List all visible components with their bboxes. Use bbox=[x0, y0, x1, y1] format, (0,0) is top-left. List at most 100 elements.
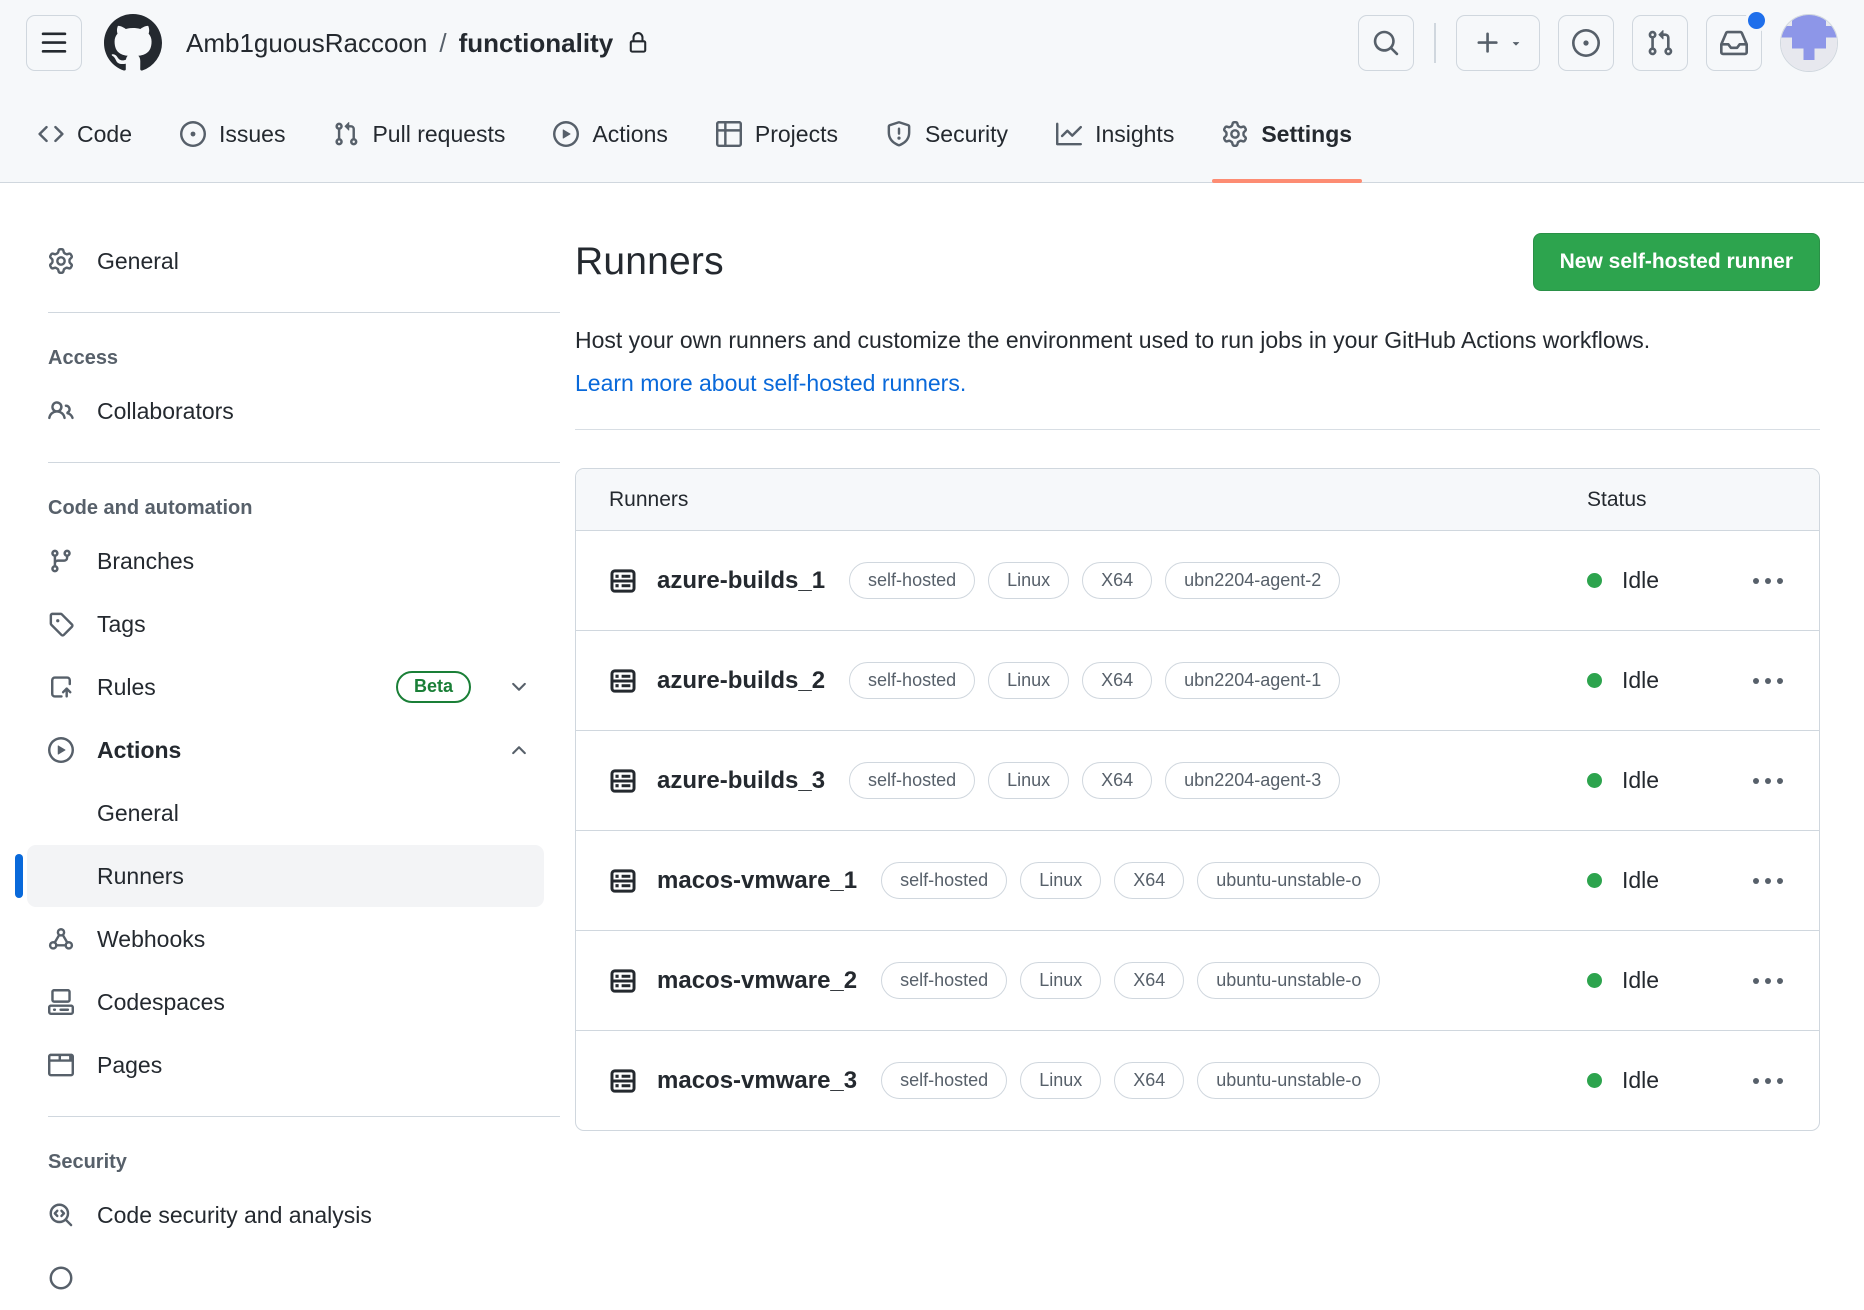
runner-label: ubn2204-agent-1 bbox=[1165, 662, 1340, 699]
new-self-hosted-runner-button[interactable]: New self-hosted runner bbox=[1533, 233, 1820, 291]
sidebar-item-label: Runners bbox=[97, 863, 184, 890]
status-dot bbox=[1587, 773, 1602, 788]
issue-opened-icon bbox=[1572, 29, 1600, 57]
sidebar-item-label: General bbox=[97, 248, 179, 275]
status-dot bbox=[1587, 573, 1602, 588]
repo-tab-nav: Code Issues Pull requests Actions Projec… bbox=[0, 86, 1864, 183]
status-label: Idle bbox=[1622, 867, 1659, 894]
sidebar-item-actions-runners[interactable]: Runners bbox=[27, 845, 544, 907]
github-logo-icon[interactable] bbox=[104, 14, 162, 72]
row-menu-button[interactable] bbox=[1745, 1070, 1791, 1092]
runner-name: azure-builds_3 bbox=[657, 767, 825, 795]
breadcrumb-separator: / bbox=[439, 28, 446, 59]
learn-more-link[interactable]: Learn more about self-hosted runners. bbox=[575, 370, 966, 396]
runner-labels: self-hosted Linux X64 ubn2204-agent-3 bbox=[849, 762, 1340, 799]
sidebar-divider bbox=[48, 312, 560, 313]
row-menu-button[interactable] bbox=[1745, 870, 1791, 892]
runner-icon bbox=[609, 767, 637, 795]
beta-badge: Beta bbox=[396, 671, 471, 702]
sidebar-item-collaborators[interactable]: Collaborators bbox=[27, 380, 544, 442]
row-menu-button[interactable] bbox=[1745, 970, 1791, 992]
runner-status-cell: Idle bbox=[1587, 567, 1819, 594]
sidebar-item-codespaces[interactable]: Codespaces bbox=[27, 971, 544, 1033]
runner-label: Linux bbox=[1020, 962, 1101, 999]
play-circle-icon bbox=[553, 121, 579, 147]
row-menu-button[interactable] bbox=[1745, 570, 1791, 592]
runner-label: self-hosted bbox=[849, 762, 975, 799]
runner-name: azure-builds_2 bbox=[657, 667, 825, 695]
tab-actions[interactable]: Actions bbox=[531, 86, 689, 182]
status-label: Idle bbox=[1622, 1067, 1659, 1094]
circle-icon bbox=[48, 1265, 74, 1291]
search-icon bbox=[1372, 29, 1400, 57]
browser-icon bbox=[48, 1052, 74, 1078]
breadcrumb-repo[interactable]: functionality bbox=[459, 28, 614, 59]
table-row: azure-builds_1 self-hosted Linux X64 ubn… bbox=[576, 531, 1819, 631]
runner-name: azure-builds_1 bbox=[657, 567, 825, 595]
inbox-icon bbox=[1720, 29, 1748, 57]
runner-label: self-hosted bbox=[849, 662, 975, 699]
sidebar-item-partial[interactable] bbox=[27, 1247, 544, 1309]
tag-icon bbox=[48, 611, 74, 637]
sidebar-section-access: Access bbox=[0, 347, 560, 370]
row-menu-button[interactable] bbox=[1745, 670, 1791, 692]
people-icon bbox=[48, 398, 74, 424]
search-button[interactable] bbox=[1358, 15, 1414, 71]
sidebar-item-label: Code security and analysis bbox=[97, 1202, 372, 1229]
breadcrumb-owner[interactable]: Amb1guousRaccoon bbox=[186, 28, 427, 59]
settings-sidebar: General Access Collaborators Code and au… bbox=[0, 183, 560, 1310]
table-row: macos-vmware_3 self-hosted Linux X64 ubu… bbox=[576, 1031, 1819, 1130]
global-header: Amb1guousRaccoon / functionality bbox=[0, 0, 1864, 86]
tab-issues[interactable]: Issues bbox=[158, 86, 307, 182]
hamburger-menu-button[interactable] bbox=[26, 15, 82, 71]
tab-label: Insights bbox=[1095, 121, 1174, 148]
gear-icon bbox=[48, 248, 74, 274]
tab-code[interactable]: Code bbox=[16, 86, 154, 182]
page-header: Runners New self-hosted runner bbox=[575, 233, 1820, 291]
graph-icon bbox=[1056, 121, 1082, 147]
runner-label: Linux bbox=[1020, 1062, 1101, 1099]
runner-label: ubn2204-agent-2 bbox=[1165, 562, 1340, 599]
sidebar-section-code-automation: Code and automation bbox=[0, 497, 560, 520]
sidebar-item-tags[interactable]: Tags bbox=[27, 593, 544, 655]
runner-name: macos-vmware_2 bbox=[657, 967, 857, 995]
sidebar-item-code-security[interactable]: Code security and analysis bbox=[27, 1184, 544, 1246]
issues-dashboard-button[interactable] bbox=[1558, 15, 1614, 71]
runner-status-cell: Idle bbox=[1587, 867, 1819, 894]
row-menu-button[interactable] bbox=[1745, 770, 1791, 792]
runner-status-cell: Idle bbox=[1587, 1067, 1819, 1094]
runner-label: X64 bbox=[1082, 662, 1152, 699]
table-row: macos-vmware_2 self-hosted Linux X64 ubu… bbox=[576, 931, 1819, 1031]
runners-description: Host your own runners and customize the … bbox=[575, 319, 1675, 405]
sidebar-item-actions[interactable]: Actions bbox=[27, 719, 544, 781]
runner-labels: self-hosted Linux X64 ubuntu-unstable-o bbox=[881, 1062, 1380, 1099]
create-new-button[interactable] bbox=[1456, 15, 1540, 71]
sidebar-item-pages[interactable]: Pages bbox=[27, 1034, 544, 1096]
status-label: Idle bbox=[1622, 767, 1659, 794]
pull-requests-dashboard-button[interactable] bbox=[1632, 15, 1688, 71]
tab-projects[interactable]: Projects bbox=[694, 86, 860, 182]
tab-settings[interactable]: Settings bbox=[1200, 86, 1374, 182]
tab-label: Pull requests bbox=[372, 121, 505, 148]
play-circle-icon bbox=[48, 737, 74, 763]
shield-icon bbox=[886, 121, 912, 147]
sidebar-item-label: General bbox=[97, 800, 179, 827]
sidebar-item-actions-general[interactable]: General bbox=[27, 782, 544, 844]
tab-pull-requests[interactable]: Pull requests bbox=[311, 86, 527, 182]
sidebar-item-branches[interactable]: Branches bbox=[27, 530, 544, 592]
tab-label: Code bbox=[77, 121, 132, 148]
status-label: Idle bbox=[1622, 567, 1659, 594]
sidebar-item-webhooks[interactable]: Webhooks bbox=[27, 908, 544, 970]
runner-label: self-hosted bbox=[881, 862, 1007, 899]
avatar[interactable] bbox=[1780, 14, 1838, 72]
notification-dot bbox=[1745, 9, 1768, 32]
sidebar-item-general[interactable]: General bbox=[27, 230, 544, 292]
avatar-identicon bbox=[1781, 15, 1837, 71]
sidebar-item-rules[interactable]: Rules Beta bbox=[27, 656, 544, 718]
status-label: Idle bbox=[1622, 667, 1659, 694]
tab-security[interactable]: Security bbox=[864, 86, 1030, 182]
tab-insights[interactable]: Insights bbox=[1034, 86, 1196, 182]
runner-status-cell: Idle bbox=[1587, 967, 1819, 994]
runner-icon bbox=[609, 667, 637, 695]
lock-icon bbox=[627, 32, 649, 54]
